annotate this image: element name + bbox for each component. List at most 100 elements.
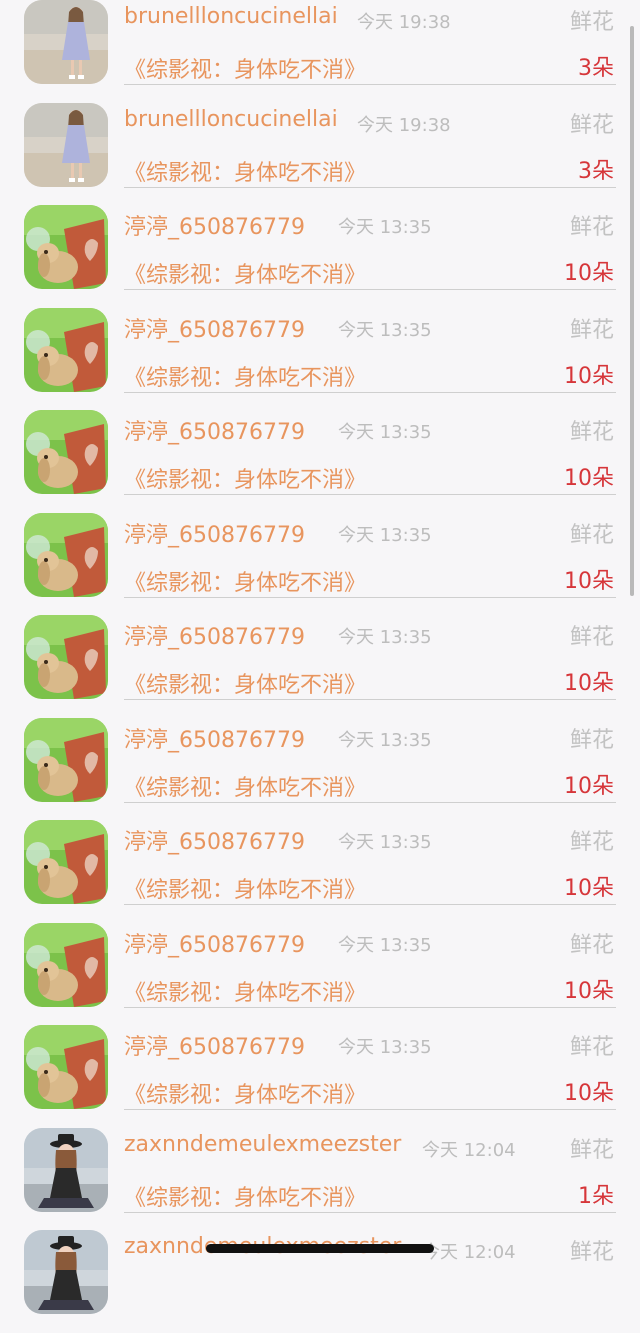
gift-count: 10朵 — [564, 671, 614, 696]
timestamp: 今天 12:04 — [422, 1242, 516, 1263]
user-name[interactable]: 渟渟_650876779 — [124, 312, 305, 344]
row-divider — [124, 186, 616, 188]
timestamp: 今天 19:38 — [357, 12, 451, 33]
list-item[interactable]: brunellloncucinellai 今天 19:38 鲜花《综影视：身体吃不消… — [0, 0, 640, 103]
gift-type-label: 鲜花 — [569, 10, 614, 35]
user-name[interactable]: 渟渟_650876779 — [124, 414, 305, 446]
user-name[interactable]: 渟渟_650876779 — [124, 927, 305, 959]
book-title[interactable]: 《综影视：身体吃不消》 — [124, 257, 366, 289]
bunny-pot-avatar[interactable] — [24, 1025, 108, 1109]
timestamp: 今天 19:38 — [357, 114, 451, 136]
timestamp: 今天 13:35 — [338, 832, 432, 853]
gift-type-label: 鲜花 — [569, 1137, 614, 1163]
timestamp: 今天 12:04 — [422, 1139, 516, 1161]
list-item[interactable]: 渟渟_650876779 今天 13:35 鲜花《综影视：身体吃不消》 10朵 — [0, 820, 640, 923]
girl-hat-avatar[interactable] — [24, 1127, 108, 1212]
book-title[interactable]: 《综影视：身体吃不消》 — [124, 462, 366, 494]
timestamp: 今天 13:35 — [338, 319, 432, 341]
gift-count: 10朵 — [564, 1081, 614, 1106]
book-title[interactable]: 《综影视：身体吃不消》 — [124, 770, 366, 802]
gift-type-label: 鲜花 — [569, 830, 614, 855]
timestamp: 今天 13:35 — [338, 524, 432, 546]
list-item[interactable]: zaxnndemeulexmeezster 今天 12:04 鲜花《综影视：身体吃不… — [0, 1127, 640, 1231]
gift-type-label: 鲜花 — [569, 727, 614, 753]
bunny-pot-avatar[interactable] — [24, 615, 108, 699]
timestamp: 今天 13:35 — [338, 217, 432, 238]
row-divider — [124, 904, 616, 905]
gift-type-label: 鲜花 — [569, 1240, 614, 1265]
gift-count: 10朵 — [564, 568, 614, 594]
user-name[interactable]: zaxnndemeulexmeezster — [124, 1132, 401, 1157]
user-name[interactable]: brunellloncucinellai — [124, 4, 338, 29]
gift-count: 1朵 — [578, 1183, 614, 1209]
book-title[interactable]: 《综影视：身体吃不消》 — [124, 1180, 366, 1212]
timestamp: 今天 13:35 — [338, 934, 432, 956]
timestamp: 今天 13:35 — [338, 1037, 432, 1058]
girl-hat-avatar[interactable] — [24, 1230, 108, 1314]
row-divider — [124, 1006, 616, 1008]
row-divider — [124, 84, 616, 85]
book-title[interactable]: 《综影视：身体吃不消》 — [124, 155, 366, 187]
gift-type-label: 鲜花 — [569, 215, 614, 240]
gift-count: 10朵 — [564, 363, 614, 389]
book-title[interactable]: 《综影视：身体吃不消》 — [124, 52, 366, 84]
row-divider — [124, 596, 616, 598]
gift-type-label: 鲜花 — [569, 420, 614, 445]
user-name[interactable]: brunellloncucinellai — [124, 107, 338, 132]
gift-count: 10朵 — [564, 261, 614, 286]
row-divider — [124, 391, 616, 393]
bunny-pot-avatar[interactable] — [24, 307, 108, 392]
scrollbar[interactable] — [630, 26, 634, 596]
list-item[interactable]: 渟渟_650876779 今天 13:35 鲜花《综影视：身体吃不消》 10朵 — [0, 512, 640, 616]
user-name[interactable]: 渟渟_650876779 — [124, 1029, 305, 1061]
book-title[interactable]: 《综影视：身体吃不消》 — [124, 667, 366, 699]
gift-count: 10朵 — [564, 876, 614, 901]
list-item[interactable]: 渟渟_650876779 今天 13:35 鲜花《综影视：身体吃不消》 10朵 — [0, 615, 640, 718]
user-name[interactable]: 渟渟_650876779 — [124, 722, 305, 754]
user-name[interactable]: 渟渟_650876779 — [124, 517, 305, 549]
bunny-pot-avatar[interactable] — [24, 410, 108, 494]
timestamp: 今天 13:35 — [338, 627, 432, 648]
list-item[interactable]: brunellloncucinellai 今天 19:38 鲜花《综影视：身体吃不消… — [0, 102, 640, 206]
bunny-pot-avatar[interactable] — [24, 717, 108, 802]
bunny-pot-avatar[interactable] — [24, 205, 108, 289]
book-title[interactable]: 《综影视：身体吃不消》 — [124, 872, 366, 904]
gift-count: 3朵 — [578, 56, 614, 81]
bunny-pot-avatar[interactable] — [24, 820, 108, 904]
list-item[interactable]: 渟渟_650876779 今天 13:35 鲜花《综影视：身体吃不消》 10朵 — [0, 205, 640, 308]
gift-count: 10朵 — [564, 466, 614, 491]
gift-type-label: 鲜花 — [569, 112, 614, 138]
girl-dress-avatar[interactable] — [24, 0, 108, 84]
row-divider — [124, 699, 616, 700]
user-name[interactable]: 渟渟_650876779 — [124, 824, 305, 856]
gift-count: 10朵 — [564, 773, 614, 799]
row-divider — [124, 801, 616, 803]
book-title[interactable]: 《综影视：身体吃不消》 — [124, 565, 366, 597]
row-divider — [124, 494, 616, 495]
book-title[interactable]: 《综影视：身体吃不消》 — [124, 1077, 366, 1109]
timestamp: 今天 13:35 — [338, 422, 432, 443]
list-item[interactable]: 渟渟_650876779 今天 13:35 鲜花《综影视：身体吃不消》 10朵 — [0, 410, 640, 513]
user-name[interactable]: 渟渟_650876779 — [124, 209, 305, 241]
girl-dress-avatar[interactable] — [24, 102, 108, 187]
user-name[interactable]: 渟渟_650876779 — [124, 619, 305, 651]
bunny-pot-avatar[interactable] — [24, 512, 108, 597]
gift-type-label: 鲜花 — [569, 317, 614, 343]
row-divider — [124, 289, 616, 290]
list-item[interactable]: 渟渟_650876779 今天 13:35 鲜花《综影视：身体吃不消》 10朵 — [0, 1025, 640, 1128]
book-title[interactable]: 《综影视：身体吃不消》 — [124, 360, 366, 392]
book-title[interactable]: 《综影视：身体吃不消》 — [124, 975, 366, 1007]
gift-count: 10朵 — [564, 978, 614, 1004]
row-divider — [124, 1211, 616, 1213]
home-indicator[interactable] — [206, 1244, 434, 1253]
gift-type-label: 鲜花 — [569, 625, 614, 650]
gift-type-label: 鲜花 — [569, 932, 614, 958]
gift-type-label: 鲜花 — [569, 522, 614, 548]
list-item[interactable]: 渟渟_650876779 今天 13:35 鲜花《综影视：身体吃不消》 10朵 — [0, 922, 640, 1026]
timestamp: 今天 13:35 — [338, 729, 432, 751]
list-item[interactable]: 渟渟_650876779 今天 13:35 鲜花《综影视：身体吃不消》 10朵 — [0, 717, 640, 821]
gift-count: 3朵 — [578, 158, 614, 184]
list-item[interactable]: 渟渟_650876779 今天 13:35 鲜花《综影视：身体吃不消》 10朵 — [0, 307, 640, 411]
bunny-pot-avatar[interactable] — [24, 922, 108, 1007]
gift-type-label: 鲜花 — [569, 1035, 614, 1060]
